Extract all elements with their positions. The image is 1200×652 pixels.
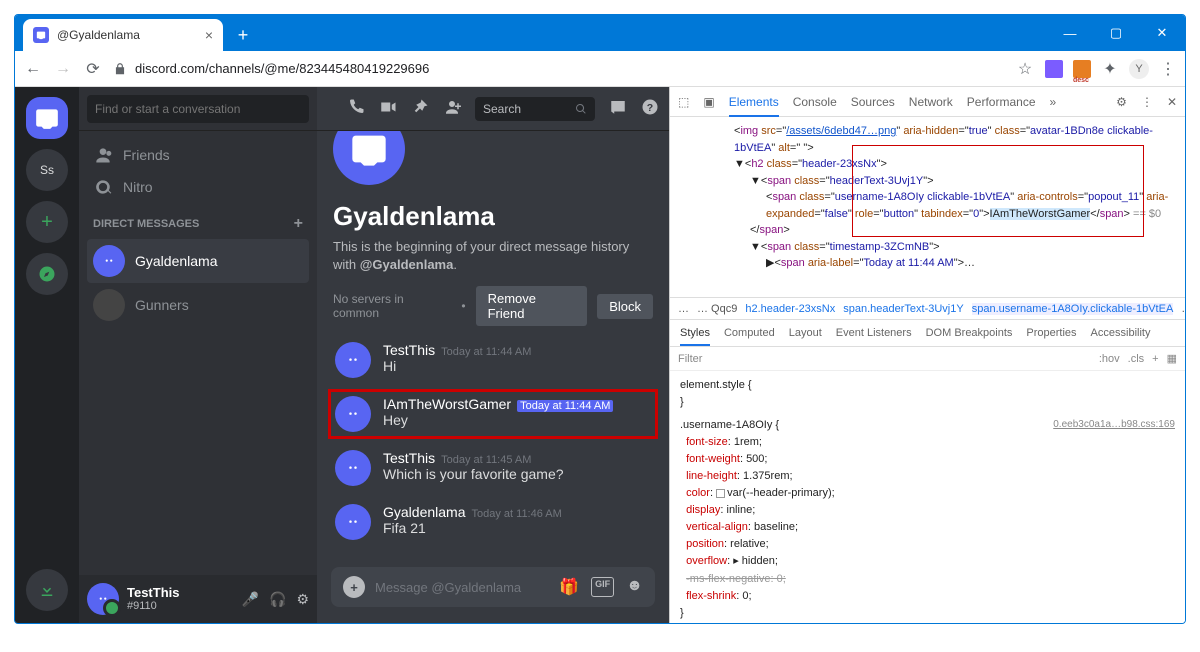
styles-tabs: Styles Computed Layout Event Listeners D… [670, 319, 1185, 347]
attach-icon[interactable]: + [343, 576, 365, 598]
discord-favicon [33, 27, 49, 43]
server-ss[interactable]: Ss [26, 149, 68, 191]
devtools-menu-icon[interactable]: ⋮ [1141, 95, 1153, 109]
tab-elements[interactable]: Elements [729, 95, 779, 117]
devtools-tabs: ⬚ ▣ Elements Console Sources Network Per… [670, 87, 1185, 117]
devtools-close-icon[interactable]: ✕ [1167, 95, 1177, 109]
svg-text:?: ? [647, 102, 653, 114]
address-bar: ← → ⟳ discord.com/channels/@me/823445480… [15, 51, 1185, 87]
recipient-avatar [333, 131, 405, 185]
close-tab-icon[interactable]: × [205, 27, 213, 43]
search-box[interactable]: Search [475, 97, 595, 121]
self-avatar[interactable] [87, 583, 119, 615]
self-name: TestThis [127, 586, 180, 600]
url-text: discord.com/channels/@me/823445480419229… [135, 61, 429, 76]
message-row[interactable]: TestThisToday at 11:45 AMWhich is your f… [333, 448, 653, 488]
mute-icon[interactable]: 🎤 [242, 591, 259, 608]
emoji-icon[interactable]: ☻ [626, 577, 643, 597]
inspect-icon[interactable]: ⬚ [678, 95, 689, 109]
user-bar: TestThis#9110 🎤 🎧 ⚙ [79, 575, 317, 623]
dm-item-gunners[interactable]: Gunners [87, 283, 309, 327]
dom-tree[interactable]: <img src="/assets/6debd47…png" aria-hidd… [670, 117, 1185, 297]
browser-tabstrip: @Gyaldenlama × + — ▢ ✕ [15, 15, 1185, 51]
window-close[interactable]: ✕ [1139, 15, 1185, 51]
friends-link[interactable]: Friends [87, 139, 309, 171]
tab-title: @Gyaldenlama [57, 28, 140, 42]
voice-call-icon[interactable] [347, 98, 365, 119]
recipient-name: Gyaldenlama [333, 201, 653, 232]
window-minimize[interactable]: — [1047, 15, 1093, 51]
new-tab-button[interactable]: + [229, 21, 257, 49]
nitro-link[interactable]: Nitro [87, 171, 309, 203]
styles-pane[interactable]: element.style {} 0.eeb3c0a1a…b98.css:169… [670, 371, 1185, 623]
deafen-icon[interactable]: 🎧 [269, 591, 286, 608]
avatar-icon [335, 396, 371, 432]
help-icon[interactable]: ? [641, 98, 659, 119]
ext-icon-2[interactable]: desc [1073, 60, 1091, 78]
back-button[interactable]: ← [23, 59, 43, 79]
lock-icon [113, 62, 127, 76]
star-icon[interactable]: ☆ [1015, 59, 1035, 79]
tab-network[interactable]: Network [909, 95, 953, 109]
composer-placeholder: Message @Gyaldenlama [375, 580, 549, 595]
message-row-highlighted[interactable]: IAmTheWorstGamerToday at 11:44 AMHey [333, 394, 653, 434]
chat-panel: Search ? Gyaldenlama This is the beginni… [317, 87, 669, 623]
devtools-settings-icon[interactable]: ⚙ [1116, 95, 1127, 109]
download-button[interactable] [26, 569, 68, 611]
dom-breadcrumb[interactable]: …… Qqc9 h2.header-23xsNx span.headerText… [670, 297, 1185, 319]
tab-sources[interactable]: Sources [851, 95, 895, 109]
home-button[interactable] [26, 97, 68, 139]
avatar-icon [335, 342, 371, 378]
inbox-icon[interactable] [609, 98, 627, 119]
stab-styles[interactable]: Styles [680, 327, 710, 346]
styles-filter[interactable]: Filter :hov .cls + ▦ [670, 347, 1185, 371]
search-icon [575, 103, 587, 115]
discord-app: Ss + Friends Nitro DIRECT MESSAGES+ Gyal… [15, 87, 669, 623]
settings-icon[interactable]: ⚙ [296, 591, 309, 608]
add-friends-icon[interactable] [443, 98, 461, 119]
tab-performance[interactable]: Performance [967, 95, 1036, 109]
dm-header: DIRECT MESSAGES+ [93, 215, 303, 233]
no-servers-text: No servers in common [333, 292, 451, 320]
omnibox[interactable]: discord.com/channels/@me/823445480419229… [113, 61, 1005, 76]
gif-icon[interactable]: GIF [591, 577, 614, 597]
forward-button: → [53, 59, 73, 79]
window-maximize[interactable]: ▢ [1093, 15, 1139, 51]
message-row[interactable]: TestThisToday at 11:44 AMHi [333, 340, 653, 380]
remove-friend-button[interactable]: Remove Friend [476, 286, 588, 326]
chat-intro: This is the beginning of your direct mes… [333, 238, 653, 274]
explore-button[interactable] [26, 253, 68, 295]
dm-item-gyaldenlama[interactable]: Gyaldenlama [87, 239, 309, 283]
tab-console[interactable]: Console [793, 95, 837, 109]
browser-tab[interactable]: @Gyaldenlama × [23, 19, 223, 51]
menu-icon[interactable]: ⋮ [1159, 60, 1177, 78]
avatar-icon [335, 504, 371, 540]
add-server-button[interactable]: + [26, 201, 68, 243]
create-dm-icon[interactable]: + [294, 215, 303, 233]
avatar-icon [335, 450, 371, 486]
device-icon[interactable]: ▣ [703, 95, 714, 109]
reload-button[interactable]: ⟳ [83, 59, 103, 79]
self-tag: #9110 [127, 600, 180, 612]
gift-icon[interactable]: 🎁 [559, 577, 579, 597]
find-conversation-input[interactable] [87, 95, 309, 123]
message-composer[interactable]: + Message @Gyaldenlama 🎁 GIF ☻ [331, 567, 655, 607]
block-button[interactable]: Block [597, 294, 653, 319]
video-call-icon[interactable] [379, 98, 397, 119]
profile-icon[interactable]: Y [1129, 59, 1149, 79]
pinned-icon[interactable] [411, 98, 429, 119]
message-row[interactable]: GyaldenlamaToday at 11:46 AMFifa 21 [333, 502, 653, 542]
ext-icon-1[interactable] [1045, 60, 1063, 78]
dm-sidebar: Friends Nitro DIRECT MESSAGES+ Gyaldenla… [79, 87, 317, 623]
server-rail: Ss + [15, 87, 79, 623]
devtools-panel: ⬚ ▣ Elements Console Sources Network Per… [669, 87, 1185, 623]
extensions-icon[interactable]: ✦ [1101, 60, 1119, 78]
